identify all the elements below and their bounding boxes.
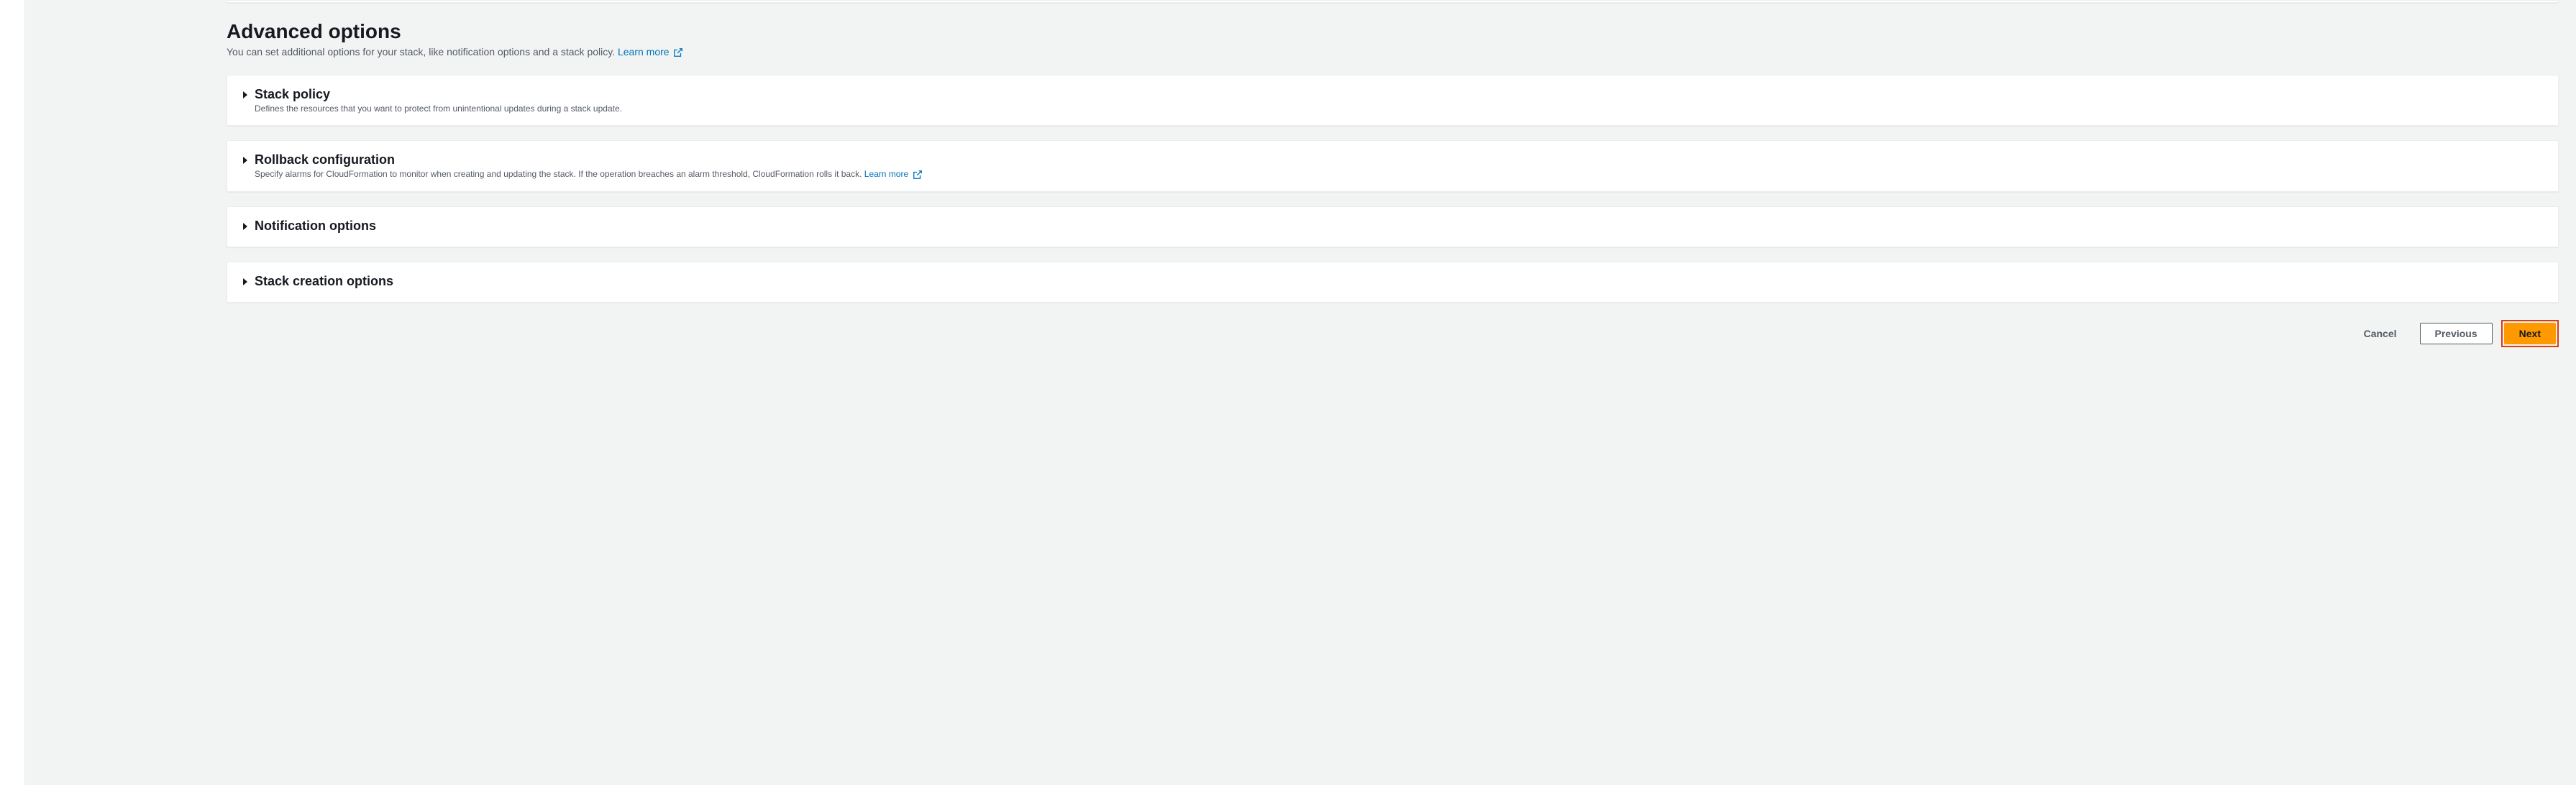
previous-section-edge bbox=[227, 0, 2559, 3]
notification-options-toggle[interactable]: Notification options bbox=[242, 219, 2544, 235]
next-button[interactable]: Next bbox=[2504, 323, 2556, 344]
rollback-config-toggle[interactable]: Rollback configuration Specify alarms fo… bbox=[242, 152, 2544, 180]
external-link-icon bbox=[673, 47, 683, 58]
learn-more-link[interactable]: Learn more bbox=[618, 46, 683, 58]
stack-policy-panel: Stack policy Defines the resources that … bbox=[227, 75, 2559, 126]
cancel-button[interactable]: Cancel bbox=[2349, 323, 2411, 344]
caret-right-icon bbox=[242, 157, 249, 164]
rollback-config-panel: Rollback configuration Specify alarms fo… bbox=[227, 140, 2559, 192]
previous-button[interactable]: Previous bbox=[2420, 323, 2493, 344]
stack-policy-description: Defines the resources that you want to p… bbox=[255, 104, 2544, 114]
next-button-highlight: Next bbox=[2501, 320, 2559, 347]
rollback-config-title: Rollback configuration bbox=[255, 152, 2544, 167]
button-row: Cancel Previous Next bbox=[227, 320, 2559, 347]
section-title: Advanced options bbox=[227, 20, 2559, 43]
caret-right-icon bbox=[242, 91, 249, 98]
stack-policy-title: Stack policy bbox=[255, 87, 2544, 102]
stack-creation-options-panel: Stack creation options bbox=[227, 262, 2559, 303]
main-content: Advanced options You can set additional … bbox=[25, 0, 2576, 785]
rollback-learn-more-link[interactable]: Learn more bbox=[864, 169, 923, 179]
caret-right-icon bbox=[242, 223, 249, 230]
notification-options-title: Notification options bbox=[255, 219, 2544, 234]
stack-creation-options-title: Stack creation options bbox=[255, 274, 2544, 289]
external-link-icon bbox=[913, 170, 923, 180]
caret-right-icon bbox=[242, 278, 249, 285]
stack-creation-options-toggle[interactable]: Stack creation options bbox=[242, 274, 2544, 290]
left-sidebar bbox=[0, 0, 25, 785]
rollback-config-description: Specify alarms for CloudFormation to mon… bbox=[255, 169, 2544, 180]
stack-policy-toggle[interactable]: Stack policy Defines the resources that … bbox=[242, 87, 2544, 114]
section-subtitle: You can set additional options for your … bbox=[227, 46, 2559, 58]
notification-options-panel: Notification options bbox=[227, 206, 2559, 247]
